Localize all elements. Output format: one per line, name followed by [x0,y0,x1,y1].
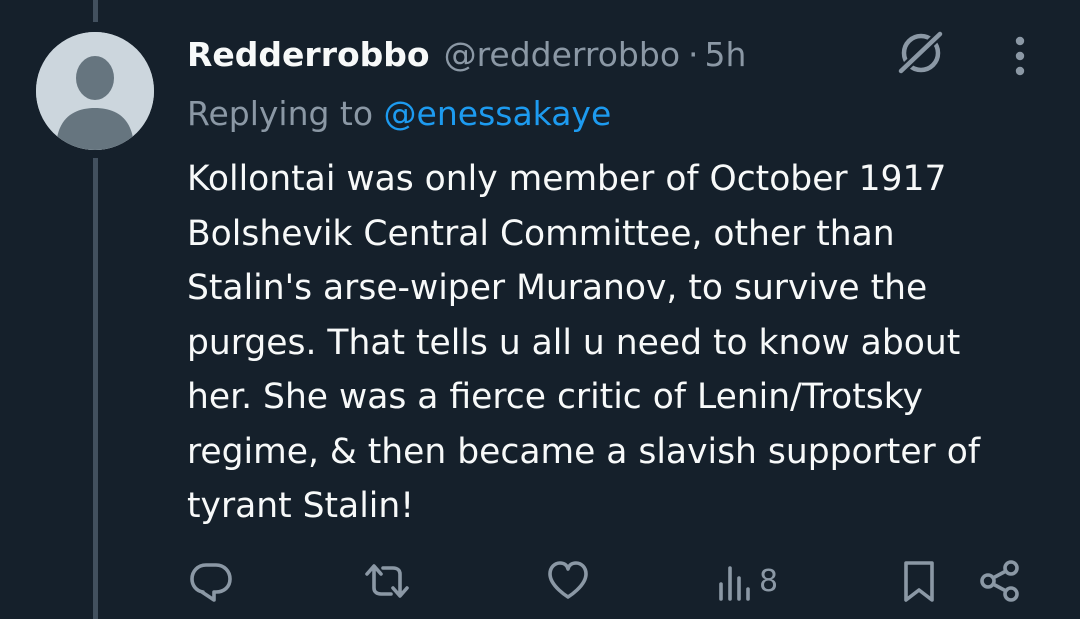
tweet-text-line: Stalin's arse-wiper Muranov, to survive … [187,268,928,308]
thread-line-top [93,0,98,22]
more-icon [1015,36,1025,76]
heart-icon [548,561,588,599]
bookmark-button[interactable] [899,556,939,606]
avatar[interactable] [36,32,154,150]
grok-button[interactable] [890,28,950,78]
views-button[interactable]: 8 [717,556,778,606]
tweet-text-line: Bolshevik Central Committee, other than [187,213,895,254]
like-button[interactable] [545,556,591,606]
replying-handle-link[interactable]: @enessakaye [384,94,612,133]
retweet-button[interactable] [361,556,413,606]
separator-dot: · [688,34,699,74]
tweet-text-line: purges. That tells u all u need to know … [187,322,961,363]
action-bar: 8 [187,556,1047,606]
tweet-text-line: tyrant Stalin! [187,486,415,526]
reply-button[interactable] [187,556,235,606]
tweet-text-line: regime, & then became a slavish supporte… [187,431,980,472]
share-icon [980,560,1019,602]
tweet-text-line: Kollontai was only member of October 191… [187,159,947,199]
retweet-icon [365,564,409,598]
tweet-header: Redderrobbo @redderrobbo · 5h [187,28,746,80]
share-button[interactable] [977,556,1023,606]
author-handle[interactable]: @redderrobbo [444,35,680,74]
more-button[interactable] [1000,34,1040,78]
thread-line-bottom [93,158,98,619]
replying-prefix: Replying to [187,94,374,133]
bookmark-icon [904,561,934,602]
replying-to: Replying to @enessakaye [187,90,611,138]
tweet-text: Kollontai was only member of October 191… [187,152,1047,534]
views-count: 8 [759,563,779,599]
grok-icon [895,28,946,77]
views-icon [719,566,750,601]
tweet-text-line: her. She was a fierce critic of Lenin/Tr… [187,377,923,417]
reply-icon [190,563,232,602]
author-name[interactable]: Redderrobbo [187,35,430,74]
timestamp[interactable]: 5h [705,35,747,74]
default-avatar-icon [36,32,154,150]
